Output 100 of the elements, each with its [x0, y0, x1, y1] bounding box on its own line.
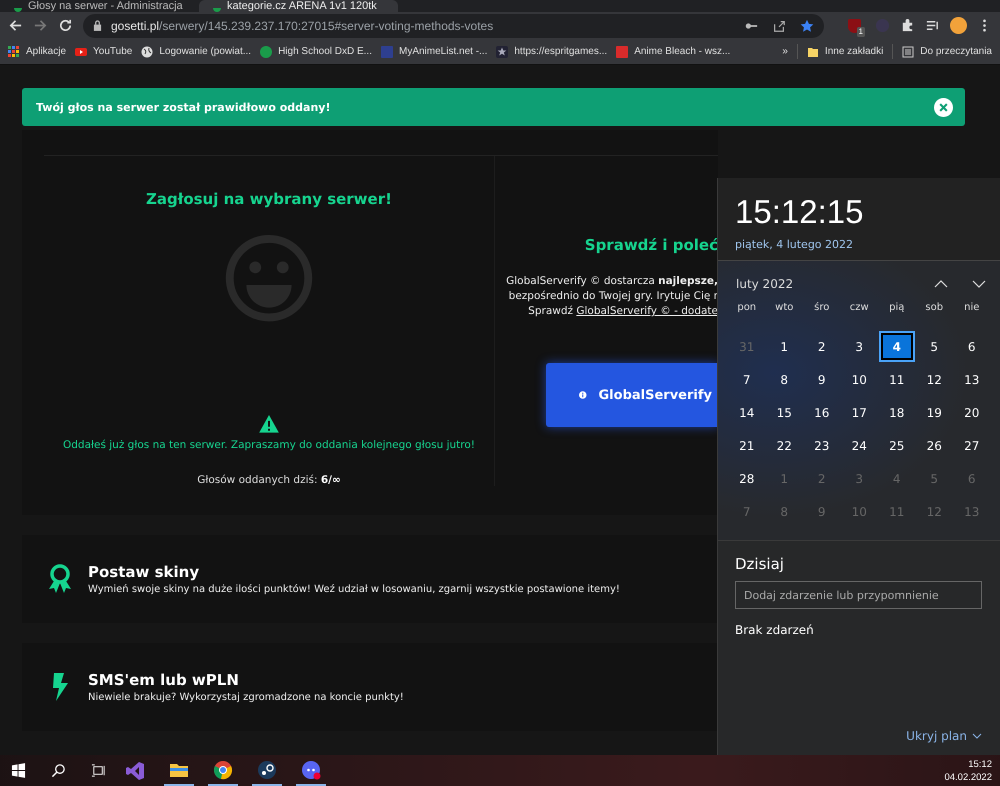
promo-link[interactable]: GlobalServerify © - dodate — [576, 305, 718, 317]
bookmark[interactable]: MyAnimeList.net -... — [381, 46, 488, 58]
calendar-day[interactable]: 14 — [729, 397, 764, 428]
calendar-day[interactable]: 26 — [916, 430, 952, 461]
weekday-label: nie — [963, 300, 980, 314]
weekday-label: sob — [924, 300, 944, 314]
award-icon — [48, 564, 72, 594]
reading-list[interactable]: Do przeczytania — [902, 46, 992, 58]
alert-message: Twój głos na serwer został prawidłowo oddany! — [36, 100, 330, 114]
calendar-day[interactable]: 3 — [842, 331, 877, 362]
taskbar-clock[interactable]: 15:12 04.02.2022 — [944, 758, 992, 784]
share-icon[interactable] — [772, 18, 786, 32]
calendar-day[interactable]: 10 — [842, 364, 877, 395]
calendar-day[interactable]: 12 — [916, 364, 952, 395]
chevron-up-icon[interactable] — [934, 280, 948, 288]
calendar-day[interactable]: 22 — [766, 430, 802, 461]
calendar-day[interactable]: 25 — [879, 430, 914, 461]
lock-icon[interactable] — [93, 20, 102, 31]
month-label[interactable]: luty 2022 — [736, 277, 794, 291]
bookmark[interactable]: Logowanie (powiat... — [141, 46, 252, 58]
calendar-day[interactable]: 9 — [804, 364, 840, 395]
feature-card[interactable]: Postaw skiny Wymień swoje skiny na duże ilości punktów! Weź udział w losowaniu, zgarnij wszystkie postawione itemy! — [22, 535, 718, 623]
more-bookmarks-button[interactable]: » — [782, 46, 788, 57]
puzzle-icon[interactable] — [900, 18, 915, 33]
chevron-down-icon — [972, 733, 982, 739]
hide-agenda-link[interactable]: Ukryj plan — [906, 729, 982, 743]
close-icon[interactable] — [934, 98, 953, 116]
feature-description: Niewiele brakuje? Wykorzystaj zgromadzone na koncie punkty! — [88, 692, 404, 703]
clock-time: 15:12:15 — [735, 192, 864, 232]
globe-icon — [141, 46, 154, 58]
bookmark[interactable]: Anime Bleach - wsz... — [616, 46, 730, 58]
calendar-day[interactable]: 18 — [879, 397, 914, 428]
weekday-label: śro — [813, 300, 830, 314]
reload-icon[interactable] — [58, 18, 73, 33]
calendar-day[interactable]: 1 — [766, 331, 802, 362]
favicon-icon — [616, 46, 628, 58]
bookmark[interactable]: YouTube — [75, 46, 132, 58]
calendar-day[interactable]: 17 — [842, 397, 877, 428]
calendar-day[interactable]: 5 — [916, 331, 952, 362]
calendar-day[interactable]: 24 — [842, 430, 877, 461]
browser-tab[interactable]: Głosy na serwer - Administracja — [0, 0, 199, 12]
calendar-day[interactable]: 28 — [729, 463, 764, 494]
no-events-text: Brak zdarzeń — [735, 623, 815, 637]
calendar-day[interactable]: 27 — [954, 430, 990, 461]
bookmark-star-icon[interactable] — [800, 18, 814, 32]
calendar-day[interactable]: 7 — [729, 364, 764, 395]
windows-start-icon[interactable] — [11, 763, 26, 778]
calendar-day[interactable]: 2 — [804, 331, 840, 362]
calendar-day[interactable]: 21 — [729, 430, 764, 461]
forward-icon[interactable] — [33, 18, 48, 33]
bookmark[interactable]: Aplikacje — [8, 46, 66, 58]
votes-label: Głosów oddanych dziś: — [197, 474, 318, 486]
feature-title: SMS'em lub wPLN — [88, 671, 240, 689]
weekday-label: pon — [736, 300, 758, 314]
calendar-day[interactable]: 4 — [879, 331, 914, 362]
browser-tab[interactable]: kategorie.cz ARENA 1v1 120tk — [199, 0, 398, 12]
vote-title: Zagłosuj na wybrany serwer! — [146, 190, 392, 208]
calendar-day[interactable]: 6 — [954, 331, 990, 362]
feature-title: Postaw skiny — [88, 563, 200, 581]
star-icon — [496, 46, 508, 58]
chat-logo-icon — [301, 760, 321, 780]
chevron-down-icon[interactable] — [972, 280, 986, 288]
weekday-label: czw — [848, 300, 870, 314]
calendar-day[interactable]: 11 — [879, 364, 914, 395]
weekday-label: pią — [888, 300, 906, 314]
weekday-label: wto — [774, 300, 794, 314]
calendar-day[interactable]: 16 — [804, 397, 840, 428]
favicon-icon — [14, 8, 22, 12]
promo-title: Sprawdź i poleć — [584, 236, 718, 254]
circle-logo-icon — [257, 760, 277, 780]
votes-count: 6/∞ — [320, 474, 341, 486]
folder-icon — [806, 46, 819, 58]
apps-grid-icon — [8, 46, 20, 58]
smiley-icon — [224, 234, 314, 322]
bookmark[interactable]: High School DxD E... — [260, 46, 372, 58]
warning-icon — [259, 415, 279, 433]
calendar-day[interactable]: 19 — [916, 397, 952, 428]
globalserverify-button[interactable]: GlobalServerify — [546, 363, 718, 427]
calendar-day[interactable]: 20 — [954, 397, 990, 428]
info-icon — [579, 389, 587, 401]
media-icon[interactable] — [925, 18, 940, 33]
back-icon[interactable] — [8, 18, 23, 33]
address-bar[interactable]: gosetti.pl/serwery/145.239.237.170:27015#server-voting-methods-votes — [83, 14, 824, 38]
infinity-logo-icon — [125, 760, 145, 780]
full-date[interactable]: piątek, 4 lutego 2022 — [735, 238, 1000, 251]
search-icon[interactable] — [51, 763, 66, 778]
task-view-icon[interactable] — [91, 763, 106, 778]
bookmark-folder[interactable]: Inne zakładki — [806, 46, 884, 58]
favicon-icon — [213, 8, 221, 12]
calendar-day[interactable]: 15 — [766, 397, 802, 428]
favicon-icon — [381, 46, 393, 58]
bookmark[interactable]: https://espritgames... — [496, 46, 608, 58]
calendar-day[interactable]: 13 — [954, 364, 990, 395]
feature-card[interactable]: SMS'em lub wPLN Niewiele brakuje? Wykorzystaj zgromadzone na koncie punkty! — [22, 643, 718, 731]
calendar-day[interactable]: 8 — [766, 364, 802, 395]
list-icon — [902, 46, 914, 58]
feature-description: Wymień swoje skiny na duże ilości punktów! Weź udział w losowaniu, zgarnij wszystkie postawione itemy! — [88, 584, 620, 595]
event-input[interactable]: Dodaj zdarzenie lub przypomnienie — [735, 581, 982, 609]
calendar-day[interactable]: 23 — [804, 430, 840, 461]
profile-avatar[interactable] — [950, 17, 967, 34]
